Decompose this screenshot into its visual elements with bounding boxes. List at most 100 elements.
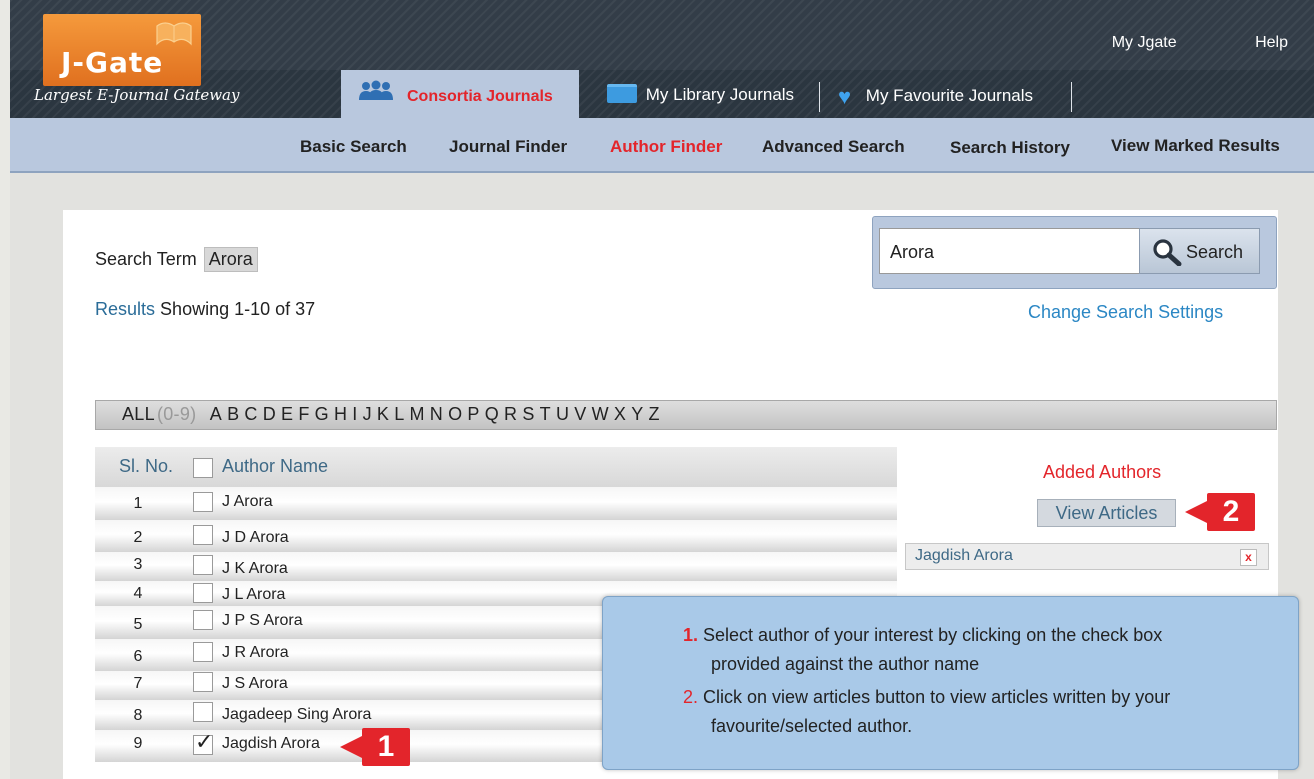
magnifier-icon (1153, 239, 1182, 266)
tab-favourite-label: My Favourite Journals (865, 86, 1034, 105)
alpha-letter-z[interactable]: Z (649, 404, 660, 424)
folder-icon (607, 84, 637, 103)
alpha-letter-c[interactable]: C (244, 404, 257, 424)
search-input[interactable]: Arora (879, 228, 1140, 274)
author-name[interactable]: J P S Arora (222, 612, 303, 630)
author-name[interactable]: J K Arora (222, 560, 288, 578)
author-checkbox[interactable] (193, 642, 213, 662)
alpha-letter-d[interactable]: D (263, 404, 276, 424)
author-name[interactable]: Jagdish Arora (222, 735, 320, 753)
nav-basic-search[interactable]: Basic Search (300, 137, 407, 157)
alpha-letter-e[interactable]: E (281, 404, 293, 424)
instructions-box: 1. Select author of your interest by cli… (602, 596, 1299, 770)
tab-consortia-label: Consortia Journals (407, 88, 553, 105)
alpha-letter-g[interactable]: G (315, 404, 329, 424)
alpha-letter-f[interactable]: F (298, 404, 309, 424)
row-number: 7 (133, 675, 143, 692)
tab-consortia-journals[interactable]: Consortia Journals (341, 70, 579, 120)
remove-author-button[interactable]: x (1240, 549, 1257, 566)
alpha-letter-p[interactable]: P (467, 404, 479, 424)
alpha-letter-x[interactable]: X (614, 404, 626, 424)
alpha-letter-o[interactable]: O (448, 404, 462, 424)
alpha-letter-h[interactable]: H (334, 404, 347, 424)
arrow-left-icon (1185, 501, 1207, 523)
author-checkbox[interactable] (193, 555, 213, 575)
author-checkbox[interactable] (193, 583, 213, 603)
author-table-header: Sl. No. Author Name (95, 447, 897, 487)
my-jgate-link[interactable]: My Jgate (1112, 34, 1177, 51)
nav-search-history[interactable]: Search History (950, 138, 1070, 158)
instruction-2-number: 2. (683, 687, 699, 707)
alpha-letter-v[interactable]: V (574, 404, 586, 424)
callout-number: 1 (362, 728, 410, 766)
results-summary: Results Showing 1-10 of 37 (95, 299, 315, 320)
nav-advanced-search[interactable]: Advanced Search (762, 137, 905, 157)
change-search-settings-link[interactable]: Change Search Settings (1028, 302, 1223, 323)
author-name[interactable]: J S Arora (222, 675, 288, 693)
search-term: Search Term Arora (95, 247, 258, 272)
tab-divider (819, 82, 820, 112)
alpha-letter-u[interactable]: U (556, 404, 569, 424)
search-nav-bar: Basic Search Journal Finder Author Finde… (10, 118, 1314, 173)
results-showing: Showing 1-10 of 37 (160, 299, 316, 319)
alpha-letter-i[interactable]: I (352, 404, 357, 424)
table-row: 1 J Arora (95, 487, 897, 520)
alpha-letter-w[interactable]: W (592, 404, 609, 424)
jgate-logo[interactable]: J-Gate (43, 14, 201, 86)
alpha-letter-n[interactable]: N (430, 404, 443, 424)
tab-library-label: My Library Journals (645, 85, 795, 104)
author-name[interactable]: J R Arora (222, 644, 289, 662)
nav-journal-finder[interactable]: Journal Finder (449, 137, 567, 157)
alpha-letter-l[interactable]: L (394, 404, 404, 424)
alphabet-filter-bar: ALL (0-9) ABCDEFGHIJKLMNOPQRSTUVWXYZ (95, 400, 1277, 430)
alpha-nums[interactable]: (0-9) (157, 404, 197, 424)
author-checkbox[interactable] (193, 702, 213, 722)
author-checkbox[interactable] (193, 672, 213, 692)
added-author-name: Jagdish Arora (915, 547, 1013, 564)
view-articles-button[interactable]: View Articles (1037, 499, 1176, 527)
alpha-letter-b[interactable]: B (227, 404, 239, 424)
table-row: 2 J D Arora (95, 520, 897, 552)
author-name[interactable]: J D Arora (222, 529, 289, 547)
alpha-letter-a[interactable]: A (210, 404, 222, 424)
alpha-letter-k[interactable]: K (377, 404, 389, 424)
row-number: 8 (133, 707, 143, 724)
nav-author-finder[interactable]: Author Finder (610, 137, 722, 157)
alpha-letter-y[interactable]: Y (631, 404, 643, 424)
author-name[interactable]: J Arora (222, 493, 273, 511)
author-checkbox[interactable] (193, 525, 213, 545)
alpha-letter-q[interactable]: Q (485, 404, 499, 424)
instruction-1-line-1: 1. Select author of your interest by cli… (683, 625, 1162, 646)
window-frame (0, 0, 10, 779)
tab-my-favourite-journals[interactable]: ♥ My Favourite Journals (838, 84, 1033, 110)
author-name[interactable]: Jagadeep Sing Arora (222, 706, 371, 724)
row-number: 2 (133, 529, 143, 546)
book-icon (156, 22, 192, 46)
logo-text: J-Gate (61, 46, 164, 79)
alpha-letter-j[interactable]: J (363, 404, 372, 424)
nav-view-marked-results[interactable]: View Marked Results (1111, 136, 1280, 156)
row-number: 9 (133, 735, 143, 752)
author-checkbox-checked[interactable]: ✓ (193, 730, 213, 755)
instruction-1-text: Select author of your interest by clicki… (703, 625, 1163, 645)
table-row: 3 J K Arora (95, 552, 897, 581)
tab-my-library-journals[interactable]: My Library Journals (607, 84, 794, 105)
author-checkbox[interactable] (193, 610, 213, 630)
select-all-checkbox[interactable] (193, 458, 213, 478)
col-sl-no: Sl. No. (119, 456, 174, 476)
help-link[interactable]: Help (1255, 34, 1288, 51)
search-button[interactable]: Search (1139, 228, 1260, 274)
alpha-letter-m[interactable]: M (410, 404, 425, 424)
alpha-letter-r[interactable]: R (504, 404, 517, 424)
instruction-1-number: 1. (683, 625, 699, 645)
arrow-left-icon (340, 736, 362, 758)
author-name[interactable]: J L Arora (222, 586, 285, 604)
col-author-name: Author Name (222, 456, 329, 476)
author-checkbox[interactable] (193, 492, 213, 512)
tab-divider (1071, 82, 1072, 112)
alpha-letter-s[interactable]: S (522, 404, 534, 424)
alpha-letter-t[interactable]: T (540, 404, 551, 424)
alpha-all[interactable]: ALL (122, 404, 155, 424)
search-button-label: Search (1186, 242, 1244, 262)
row-number: 1 (133, 495, 143, 512)
